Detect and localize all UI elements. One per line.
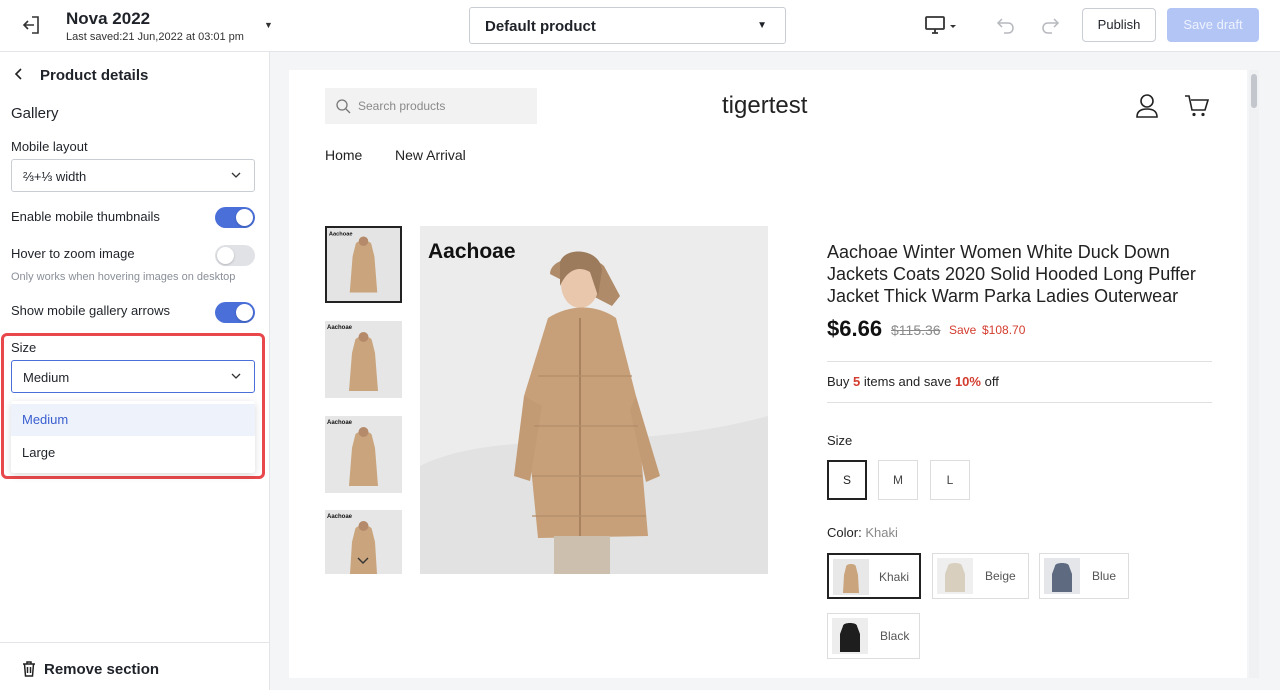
color-selected-value: Khaki: [865, 525, 898, 540]
enable-thumbnails-toggle[interactable]: [215, 207, 255, 228]
product-select-value: Default product: [485, 18, 596, 35]
search-icon: [335, 98, 351, 114]
swatch-image: [833, 559, 869, 595]
caret-down-icon: ▼: [757, 20, 767, 31]
gallery-thumbnail[interactable]: Aachoae: [325, 226, 402, 303]
save-draft-button[interactable]: Save draft: [1167, 8, 1259, 42]
product-title: Aachoae Winter Women White Duck Down Jac…: [827, 242, 1196, 306]
hover-zoom-label: Hover to zoom image: [11, 246, 135, 261]
swatch-image: [832, 618, 868, 654]
store-search[interactable]: Search products: [325, 88, 537, 124]
swatch-label: Khaki: [879, 570, 910, 584]
thumb-brand: Aachoae: [327, 514, 353, 520]
size-option-label: Size: [827, 433, 853, 448]
thumb-brand: Aachoae: [327, 420, 353, 426]
nav-new-arrival[interactable]: New Arrival: [395, 147, 466, 163]
hover-zoom-help: Only works when hovering images on deskt…: [11, 271, 236, 283]
store-name[interactable]: tigertest: [722, 92, 807, 120]
color-swatch-black[interactable]: Black: [827, 613, 920, 659]
thumb-brand: Aachoae: [327, 325, 353, 331]
swatch-label: Blue: [1092, 569, 1117, 583]
bundle-qty: 5: [853, 374, 861, 389]
compare-price: $115.36: [891, 322, 941, 338]
mobile-layout-select[interactable]: ⅔+⅓ width: [11, 159, 255, 192]
color-option-label: Color: Khaki: [827, 525, 898, 540]
size-button-l[interactable]: L: [930, 460, 970, 500]
color-swatch-beige[interactable]: Beige: [932, 553, 1029, 599]
settings-sidebar: Product details Gallery Mobile layout ⅔+…: [0, 52, 270, 690]
store-preview: Search products tigertest Home New Arriv…: [289, 70, 1247, 678]
bundle-prefix: Buy: [827, 374, 850, 389]
swatch-label: Black: [880, 629, 910, 643]
size-option-large[interactable]: Large: [11, 437, 255, 469]
top-bar: Nova 2022 Last saved:21 Jun,2022 at 03:0…: [0, 0, 1280, 52]
size-select[interactable]: Medium: [11, 360, 255, 393]
remove-section-button[interactable]: Remove section: [44, 661, 159, 678]
bundle-suffix: off: [984, 374, 999, 389]
divider: [827, 402, 1212, 403]
preview-scrollbar[interactable]: [1249, 70, 1259, 678]
theme-name[interactable]: Nova 2022: [66, 9, 150, 29]
gallery-thumbnail[interactable]: Aachoae: [325, 416, 402, 493]
chevron-down-icon: [230, 369, 242, 381]
size-button-s[interactable]: S: [827, 460, 867, 500]
nav-home[interactable]: Home: [325, 147, 362, 163]
size-dropdown-menu: Medium Large: [11, 401, 255, 473]
color-label: Color:: [827, 525, 862, 540]
enable-thumbnails-label: Enable mobile thumbnails: [11, 209, 160, 224]
product-select[interactable]: Default product ▼: [469, 7, 786, 44]
save-amount: $108.70: [982, 323, 1026, 337]
gallery-arrows-label: Show mobile gallery arrows: [11, 303, 170, 318]
size-button-m[interactable]: M: [878, 460, 918, 500]
search-placeholder: Search products: [358, 99, 446, 113]
gallery-arrows-toggle[interactable]: [215, 302, 255, 323]
size-label: Size: [11, 340, 37, 355]
desktop-icon[interactable]: [924, 14, 960, 38]
color-swatch-blue[interactable]: Blue: [1039, 553, 1129, 599]
cart-icon[interactable]: [1184, 94, 1210, 118]
brand-tag: Aachoae: [428, 240, 516, 263]
product-price: $6.66: [827, 316, 883, 341]
sidebar-title: Product details: [40, 67, 149, 84]
save-label: Save: [949, 323, 977, 337]
divider: [827, 361, 1212, 362]
size-option-medium[interactable]: Medium: [11, 404, 255, 436]
thumb-brand: Aachoae: [329, 232, 353, 238]
swatch-image: [1044, 558, 1080, 594]
mobile-layout-value: ⅔+⅓ width: [23, 169, 87, 184]
chevron-down-icon[interactable]: [355, 554, 371, 566]
mobile-layout-label: Mobile layout: [11, 139, 88, 154]
size-select-value: Medium: [23, 370, 70, 385]
chevron-down-icon: [230, 168, 242, 180]
trash-icon[interactable]: [22, 661, 36, 677]
sidebar-footer: Remove section: [0, 642, 270, 690]
last-saved-text: Last saved:21 Jun,2022 at 03:01 pm: [66, 31, 244, 43]
theme-caret-icon[interactable]: ▼: [264, 20, 273, 30]
exit-icon[interactable]: [20, 14, 42, 36]
swatch-label: Beige: [985, 569, 1016, 583]
bundle-pct: 10%: [954, 374, 981, 389]
bundle-offer: Buy 5 items and save 10% off: [827, 374, 999, 389]
main-product-image[interactable]: Aachoae: [420, 226, 768, 574]
redo-icon[interactable]: [1040, 15, 1060, 35]
back-chevron-icon[interactable]: [13, 67, 25, 85]
color-swatch-khaki[interactable]: Khaki: [827, 553, 921, 599]
section-heading-gallery: Gallery: [11, 105, 59, 122]
account-icon[interactable]: [1135, 93, 1159, 119]
bundle-mid: items and save: [863, 374, 952, 389]
publish-button[interactable]: Publish: [1082, 8, 1156, 42]
hover-zoom-toggle[interactable]: [215, 245, 255, 266]
swatch-image: [937, 558, 973, 594]
gallery-thumbnail[interactable]: Aachoae: [325, 321, 402, 398]
scrollbar-thumb[interactable]: [1251, 74, 1257, 108]
undo-icon[interactable]: [996, 15, 1016, 35]
